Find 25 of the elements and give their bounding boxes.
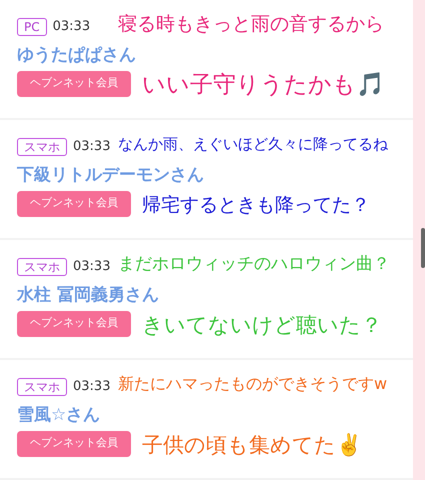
handwritten-text: なんか雨、えぐいほど久々に降ってるね xyxy=(118,134,388,155)
user-name: 水柱 冨岡義勇さん xyxy=(17,284,160,306)
user-name: 雪風☆さん xyxy=(17,404,102,426)
post-time: 03:33 xyxy=(73,378,110,396)
handwritten-text: 子供の頃も集めてた✌ xyxy=(142,432,362,459)
handwritten-text: まだホロウィッチのハロウィン曲？ xyxy=(118,253,390,276)
device-tag: スマホ xyxy=(17,138,67,156)
member-badge: ヘブンネット会員 xyxy=(17,70,131,96)
member-badge: ヘブンネット会員 xyxy=(17,430,131,456)
device-tag: スマホ xyxy=(17,258,67,276)
handwritten-text: きいてないけど聴いた？ xyxy=(142,312,382,339)
member-badge: ヘブンネット会員 xyxy=(17,190,131,216)
post-time: 03:33 xyxy=(52,18,90,36)
member-badge: ヘブンネット会員 xyxy=(17,310,131,336)
device-tag: PC xyxy=(17,18,47,36)
handwritten-text: 帰宅するときも降ってた？ xyxy=(142,193,370,218)
user-name: ゆうたぱぱさん xyxy=(17,44,137,66)
post-time: 03:33 xyxy=(73,258,110,276)
handwritten-text: 寝る時もきっと雨の音するから xyxy=(118,12,384,37)
scrollbar-thumb[interactable] xyxy=(421,228,425,268)
device-tag: スマホ xyxy=(17,378,67,396)
user-name: 下級リトルデーモンさん xyxy=(17,164,205,186)
handwritten-text: いい子守りうたかも🎵 xyxy=(142,71,385,100)
handwritten-text: 新たにハマったものができそうですw xyxy=(118,373,388,395)
post-time: 03:33 xyxy=(73,138,110,156)
